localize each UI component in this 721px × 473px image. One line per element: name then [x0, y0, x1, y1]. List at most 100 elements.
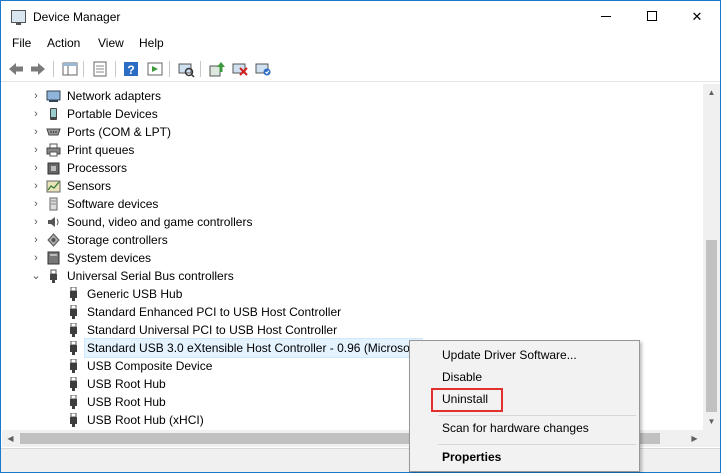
tree-item-label: Network adapters [67, 89, 162, 103]
tree-item-label: Sensors [67, 179, 112, 193]
tree-item-label: Universal Serial Bus controllers [67, 269, 234, 283]
menu-file[interactable]: File [12, 36, 31, 50]
toolbar: ? [1, 56, 720, 82]
tree-item-label: Standard Enhanced PCI to USB Host Contro… [87, 305, 342, 319]
chevron-right-icon[interactable]: › [31, 123, 41, 141]
usb-device-icon [70, 359, 77, 373]
back-arrow-icon[interactable] [7, 60, 25, 78]
speaker-icon [48, 217, 59, 227]
maximize-icon [647, 11, 657, 21]
tree-item-label: Print queues [67, 143, 135, 157]
chevron-right-icon[interactable]: › [31, 177, 41, 195]
scroll-left-icon[interactable]: ◀ [2, 430, 19, 447]
chevron-right-icon[interactable]: › [31, 159, 41, 177]
tree-item-label: Software devices [67, 197, 159, 211]
toolbar-separator [169, 61, 170, 77]
tree-item-label: Ports (COM & LPT) [67, 125, 172, 139]
usb-device-icon [70, 305, 77, 319]
tree-item-label: USB Root Hub [87, 377, 166, 391]
usb-device-icon [70, 395, 77, 409]
chevron-right-icon[interactable]: › [31, 231, 41, 249]
scan-changes-icon[interactable] [254, 60, 272, 78]
chevron-right-icon[interactable]: › [31, 87, 41, 105]
chevron-down-icon[interactable]: ⌄ [31, 267, 41, 285]
vertical-scrollbar[interactable]: ▲ ▼ [703, 84, 720, 430]
close-icon: ✕ [691, 9, 703, 24]
show-hide-console-tree-icon[interactable] [61, 60, 79, 78]
toolbar-separator [115, 61, 116, 77]
run-icon[interactable] [146, 60, 164, 78]
tree-item-label: Storage controllers [67, 233, 168, 247]
tree-category[interactable]: › System devices [2, 249, 702, 267]
system-device-icon [47, 251, 60, 265]
scroll-down-icon[interactable]: ▼ [703, 413, 720, 430]
menu-bar: File Action View Help [1, 32, 720, 54]
tree-device[interactable]: Standard Enhanced PCI to USB Host Contro… [2, 303, 702, 321]
menu-help[interactable]: Help [139, 36, 164, 50]
tree-item-label: Generic USB Hub [87, 287, 183, 301]
network-adapter-icon [46, 90, 61, 102]
chevron-right-icon[interactable]: › [31, 141, 41, 159]
scroll-right-icon[interactable]: ▶ [686, 430, 703, 447]
svg-text:?: ? [127, 63, 134, 77]
chevron-right-icon[interactable]: › [31, 195, 41, 213]
tree-category[interactable]: › Print queues [2, 141, 702, 159]
usb-controller-icon [50, 269, 57, 283]
help-icon[interactable]: ? [122, 60, 140, 78]
menu-item-properties[interactable]: Properties [410, 446, 639, 468]
update-driver-icon[interactable] [208, 60, 226, 78]
tree-device[interactable]: Standard Universal PCI to USB Host Contr… [2, 321, 702, 339]
tree-category[interactable]: › Portable Devices [2, 105, 702, 123]
tree-category[interactable]: › Ports (COM & LPT) [2, 123, 702, 141]
close-button[interactable]: ✕ [674, 1, 720, 32]
menu-item-update-driver[interactable]: Update Driver Software... [410, 344, 639, 366]
menu-separator [438, 415, 636, 416]
tree-category[interactable]: ⌄ Universal Serial Bus controllers [2, 267, 702, 285]
software-device-icon [49, 197, 58, 211]
tree-category[interactable]: › Sensors [2, 177, 702, 195]
tree-category[interactable]: › Processors [2, 159, 702, 177]
storage-controller-icon [47, 233, 60, 247]
device-manager-icon [11, 10, 26, 25]
port-icon [46, 128, 61, 136]
tree-item-label: USB Root Hub (xHCI) [87, 413, 204, 427]
sensor-icon [46, 180, 61, 193]
vertical-scroll-thumb[interactable] [706, 240, 717, 412]
toolbar-separator [53, 61, 54, 77]
tree-item-label: Standard USB 3.0 eXtensible Host Control… [83, 338, 424, 358]
usb-device-icon [70, 341, 77, 355]
tree-item-label: USB Composite Device [87, 359, 213, 373]
properties-icon[interactable] [91, 60, 109, 78]
toolbar-separator [200, 61, 201, 77]
tree-item-label: Processors [67, 161, 128, 175]
context-menu: Update Driver Software... Disable Uninst… [409, 340, 640, 472]
scroll-up-icon[interactable]: ▲ [703, 84, 720, 101]
tree-category[interactable]: › Network adapters [2, 87, 702, 105]
tree-device[interactable]: Generic USB Hub [2, 285, 702, 303]
scan-hardware-icon[interactable] [177, 60, 195, 78]
menu-view[interactable]: View [98, 36, 124, 50]
menu-separator [438, 444, 636, 445]
window-title: Device Manager [33, 10, 121, 24]
forward-arrow-icon[interactable] [29, 60, 47, 78]
menu-action[interactable]: Action [47, 36, 80, 50]
chevron-right-icon[interactable]: › [31, 249, 41, 267]
usb-device-icon [70, 287, 77, 301]
chevron-right-icon[interactable]: › [31, 213, 41, 231]
menu-item-scan-hardware[interactable]: Scan for hardware changes [410, 417, 639, 439]
usb-device-icon [70, 413, 77, 427]
menu-item-disable[interactable]: Disable [410, 366, 639, 388]
tree-category[interactable]: › Software devices [2, 195, 702, 213]
printer-icon [46, 143, 61, 157]
uninstall-device-icon[interactable] [231, 60, 249, 78]
title-bar[interactable]: Device Manager ✕ [1, 1, 720, 32]
tree-category[interactable]: › Storage controllers [2, 231, 702, 249]
chevron-right-icon[interactable]: › [31, 105, 41, 123]
tree-category[interactable]: › Sound, video and game controllers [2, 213, 702, 231]
tree-item-label: Portable Devices [67, 107, 158, 121]
tree-item-label: Sound, video and game controllers [67, 215, 253, 229]
portable-device-icon [50, 108, 57, 120]
maximize-button[interactable] [629, 1, 675, 32]
minimize-button[interactable] [583, 1, 629, 32]
minimize-icon [601, 16, 611, 17]
